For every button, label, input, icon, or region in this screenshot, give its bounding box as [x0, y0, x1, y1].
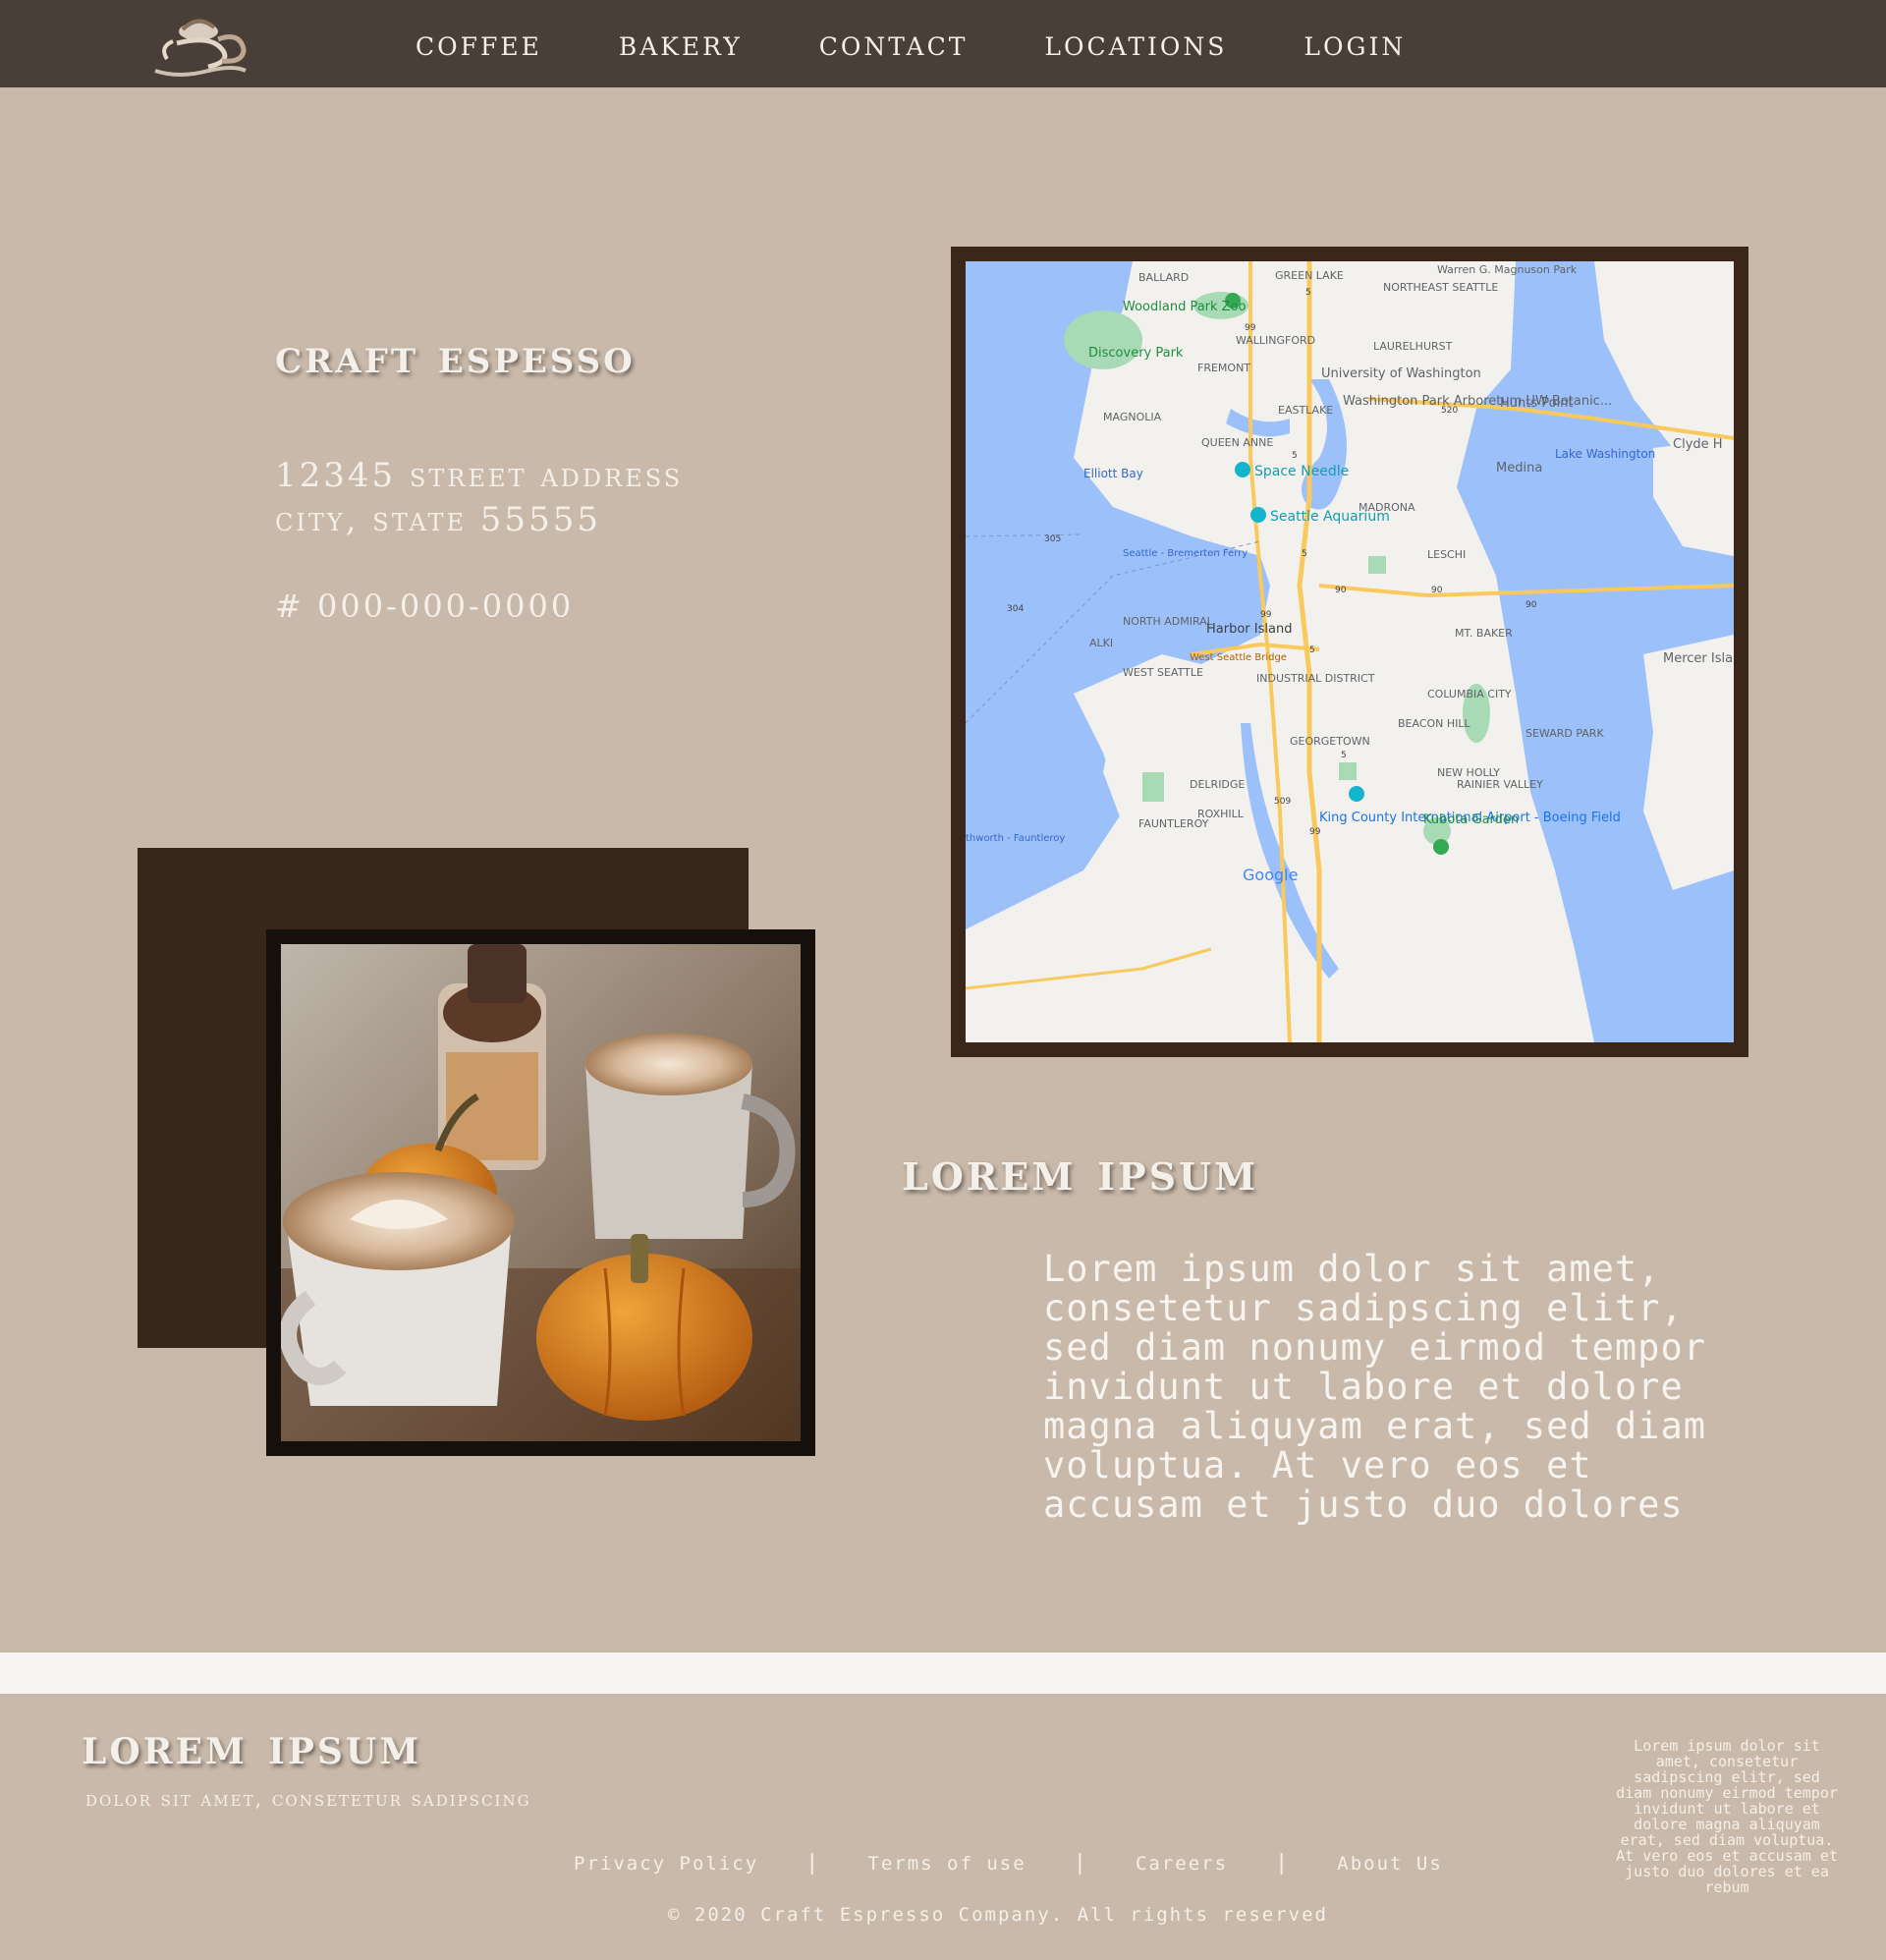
footer-link-about-us[interactable]: About Us — [1337, 1853, 1443, 1875]
footer-links: Privacy Policy | Terms of use | Careers … — [574, 1851, 1443, 1876]
address-line-2: CITY, STATE 55555 — [275, 500, 601, 539]
map-shield: 90 — [1525, 600, 1537, 610]
map-shield: 90 — [1335, 586, 1347, 595]
footer-link-privacy-policy[interactable]: Privacy Policy — [574, 1853, 758, 1875]
map-label: NORTHEAST SEATTLE — [1383, 281, 1498, 294]
map-label: Harbor Island — [1206, 622, 1292, 637]
map-label: MT. BAKER — [1455, 627, 1513, 640]
map-shield: 99 — [1245, 323, 1256, 333]
footer-link-careers[interactable]: Careers — [1136, 1853, 1228, 1875]
nav-link-bakery[interactable]: BAKERY — [619, 24, 743, 64]
map-shield: 520 — [1441, 406, 1458, 416]
map-label: NORTH ADMIRAL — [1123, 615, 1214, 628]
map-label: Lake Washington — [1555, 447, 1655, 461]
map-shield: 5 — [1341, 751, 1347, 760]
map-label: Seattle - Bremerton Ferry — [1123, 548, 1248, 559]
nav-link-coffee[interactable]: COFFEE — [416, 24, 542, 64]
footer-blurb: Lorem ipsum dolor sit amet, consetetur s… — [1616, 1737, 1838, 1896]
footer-link-separator: | — [1073, 1851, 1088, 1876]
phone-number: # 000-000-0000 — [275, 588, 575, 625]
map-label: FREMONT — [1197, 362, 1250, 374]
map-label: MAGNOLIA — [1103, 411, 1162, 423]
map-shield: 99 — [1309, 827, 1321, 837]
map-label: LAURELHURST — [1373, 340, 1453, 353]
copyright-notice: © 2020 Craft Espresso Company. All right… — [668, 1904, 1328, 1926]
map-frame: BALLARD GREEN LAKE NORTHEAST SEATTLE War… — [951, 247, 1748, 1057]
map-shield: 5 — [1292, 451, 1298, 461]
map-label: Kubota Garden — [1423, 812, 1519, 827]
map-shield: 90 — [1431, 586, 1443, 595]
map-label: Woodland Park Zoo — [1123, 300, 1247, 314]
map-label: FAUNTLEROY — [1138, 817, 1209, 830]
map-label: Elliott Bay — [1083, 467, 1143, 480]
top-navigation-bar: COFFEE BAKERY CONTACT LOCATIONS LOGIN — [0, 0, 1886, 87]
map-label: RAINIER VALLEY — [1457, 778, 1543, 791]
map-label: EASTLAKE — [1278, 404, 1333, 417]
photo-frame — [266, 929, 815, 1456]
map-label: INDUSTRIAL DISTRICT — [1256, 672, 1375, 685]
nav-links: COFFEE BAKERY CONTACT LOCATIONS LOGIN — [416, 0, 1482, 87]
location-map[interactable]: BALLARD GREEN LAKE NORTHEAST SEATTLE War… — [966, 261, 1734, 1042]
nav-link-contact[interactable]: CONTACT — [819, 24, 969, 64]
map-label: GREEN LAKE — [1275, 269, 1344, 282]
feature-body: Lorem ipsum dolor sit amet, consetetur s… — [1043, 1248, 1707, 1526]
map-label: Seattle Aquarium — [1270, 509, 1390, 525]
map-shield: 305 — [1044, 534, 1061, 544]
footer-link-terms-of-use[interactable]: Terms of use — [867, 1853, 1026, 1875]
map-label: WALLINGFORD — [1236, 334, 1315, 347]
map-label: BALLARD — [1138, 271, 1189, 284]
map-label: Hunts Point — [1500, 396, 1574, 411]
map-label: LESCHI — [1427, 548, 1466, 561]
map-label: thworth - Fauntleroy — [966, 833, 1065, 844]
map-label: West Seattle Bridge — [1190, 652, 1287, 663]
map-shield: 99 — [1260, 610, 1272, 620]
map-label: GEORGETOWN — [1290, 735, 1370, 748]
coffee-cup-logo-icon[interactable] — [149, 10, 251, 81]
map-label: WEST SEATTLE — [1123, 666, 1203, 679]
map-label: ALKI — [1089, 637, 1113, 649]
address-line-1: 12345 STREET ADDRESS — [275, 456, 684, 495]
map-shield: 509 — [1274, 797, 1291, 807]
map-label: University of Washington — [1321, 366, 1481, 381]
footer-link-separator: | — [805, 1851, 821, 1876]
section-divider — [0, 1652, 1886, 1694]
footer-link-separator: | — [1275, 1851, 1291, 1876]
brand-title: CRAFT ESPESSO — [275, 329, 636, 384]
map-shield: 5 — [1302, 549, 1307, 559]
map-shield: 5 — [1305, 288, 1311, 298]
street-address: 12345 STREET ADDRESS CITY, STATE 55555 — [275, 454, 683, 542]
map-label: BEACON HILL — [1398, 717, 1471, 730]
map-label: Clyde H — [1673, 437, 1723, 452]
map-label: SEWARD PARK — [1525, 727, 1604, 740]
nav-link-locations[interactable]: LOCATIONS — [1044, 24, 1227, 64]
map-label: Warren G. Magnuson Park — [1437, 263, 1578, 276]
footer-title: LOREM IPSUM — [82, 1716, 422, 1776]
footer: LOREM IPSUM DOLOR SIT AMET, CONSETETUR S… — [0, 1694, 1886, 1960]
map-shield: 5 — [1309, 645, 1315, 655]
map-label: QUEEN ANNE — [1201, 436, 1273, 449]
nav-link-login[interactable]: LOGIN — [1304, 24, 1406, 64]
map-label: Space Needle — [1254, 464, 1349, 479]
map-label: DELRIDGE — [1190, 778, 1245, 791]
map-label: Mercer Islan — [1663, 651, 1734, 666]
latte-pumpkin-photo — [281, 944, 801, 1441]
map-label: Discovery Park — [1088, 346, 1184, 361]
map-shield: 304 — [1007, 604, 1024, 614]
feature-title: LOREM IPSUM — [902, 1140, 1259, 1203]
map-label: Google — [1243, 866, 1298, 884]
footer-subtitle: DOLOR SIT AMET, CONSETETUR SADIPSCING — [85, 1787, 531, 1811]
map-label: COLUMBIA CITY — [1427, 688, 1512, 700]
map-label: Medina — [1496, 461, 1542, 476]
